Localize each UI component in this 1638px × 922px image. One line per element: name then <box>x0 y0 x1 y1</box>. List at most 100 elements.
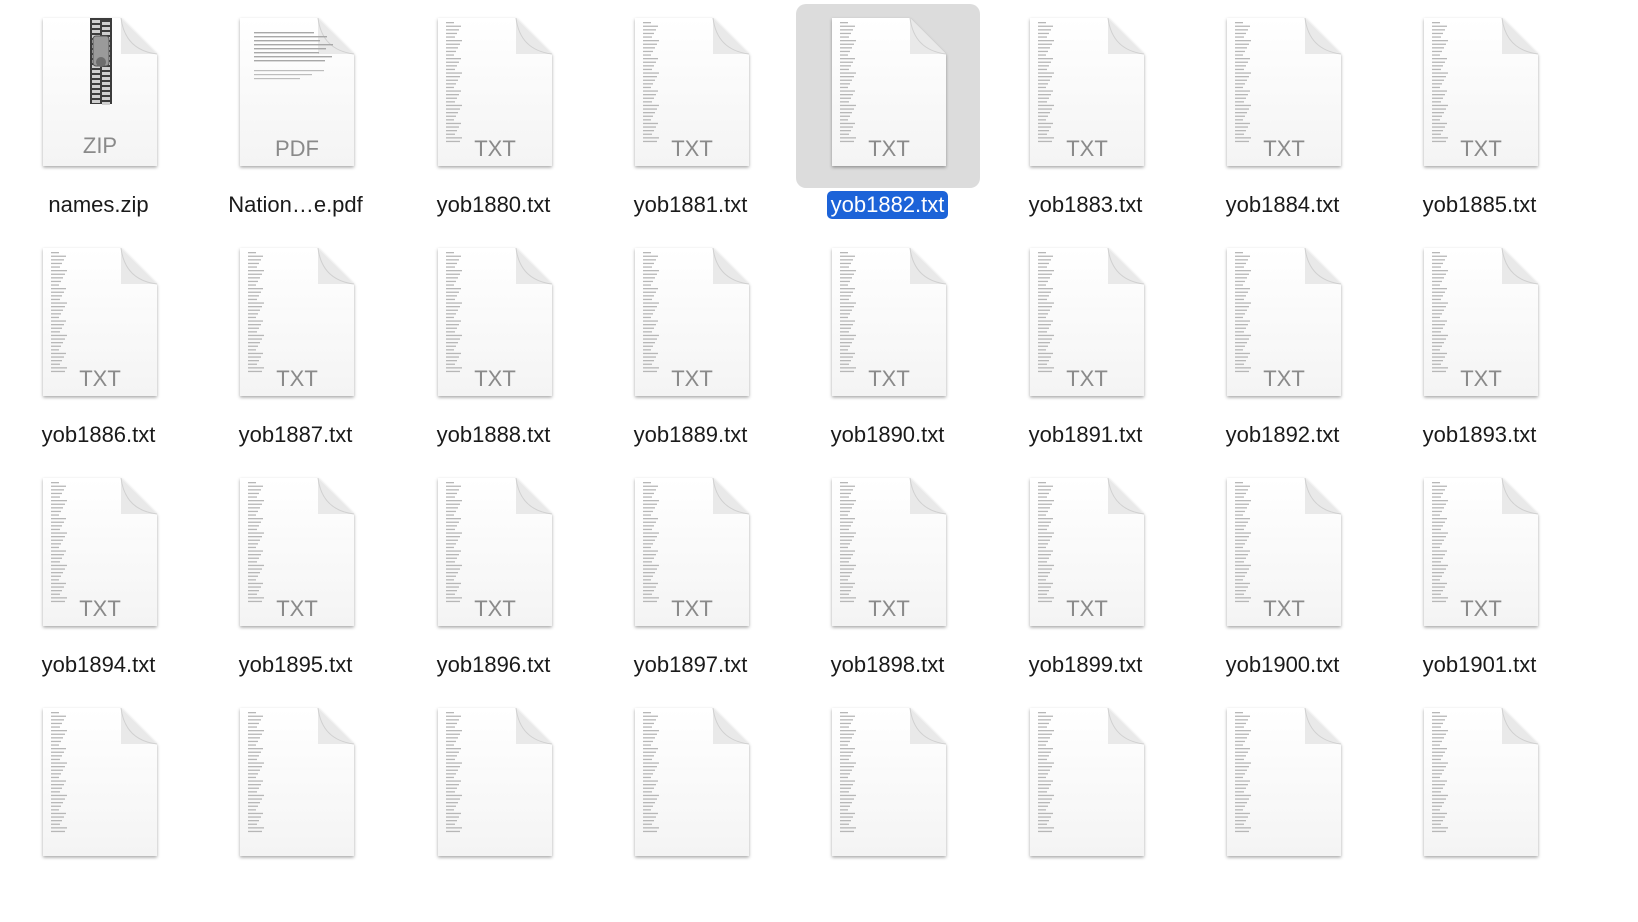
file-icon-area[interactable]: TXT <box>402 464 586 648</box>
file-item[interactable]: TXT yob1881.txt <box>592 0 789 232</box>
file-name-label[interactable]: names.zip <box>0 191 197 219</box>
file-icon-area[interactable]: ZIP <box>7 4 191 188</box>
file-name-text[interactable]: yob1897.txt <box>630 651 752 679</box>
file-icon-area[interactable] <box>204 694 388 878</box>
file-item[interactable] <box>197 690 394 922</box>
pdf-document-icon[interactable]: PDF <box>238 16 356 168</box>
file-name-label[interactable]: yob1880.txt <box>395 191 592 219</box>
text-document-icon[interactable] <box>238 706 356 858</box>
file-name-label[interactable]: yob1897.txt <box>592 651 789 679</box>
file-name-label[interactable]: yob1895.txt <box>197 651 394 679</box>
file-icon-area[interactable]: TXT <box>599 464 783 648</box>
file-icon-area[interactable]: TXT <box>796 4 980 188</box>
file-name-label[interactable]: yob1901.txt <box>1381 651 1578 679</box>
file-item[interactable]: TXT yob1896.txt <box>395 460 592 692</box>
text-document-icon[interactable] <box>1028 706 1146 858</box>
file-name-text[interactable]: yob1900.txt <box>1222 651 1344 679</box>
file-icon-area[interactable]: TXT <box>402 234 586 418</box>
text-document-icon[interactable]: TXT <box>1028 246 1146 398</box>
file-icon-area[interactable] <box>994 694 1178 878</box>
file-name-label[interactable]: yob1890.txt <box>789 421 986 449</box>
text-document-icon[interactable] <box>1225 706 1343 858</box>
file-item[interactable]: TXT yob1891.txt <box>987 230 1184 462</box>
file-item[interactable]: TXT yob1892.txt <box>1184 230 1381 462</box>
text-document-icon[interactable]: TXT <box>41 246 159 398</box>
file-item[interactable]: TXT yob1890.txt <box>789 230 986 462</box>
file-item[interactable] <box>789 690 986 922</box>
file-name-text[interactable]: yob1888.txt <box>433 421 555 449</box>
file-item[interactable]: TXT yob1884.txt <box>1184 0 1381 232</box>
file-name-text[interactable]: names.zip <box>44 191 152 219</box>
file-item[interactable] <box>1381 690 1578 922</box>
text-document-icon[interactable] <box>1422 706 1540 858</box>
file-icon-area[interactable]: TXT <box>994 464 1178 648</box>
file-name-text[interactable]: yob1896.txt <box>433 651 555 679</box>
text-document-icon[interactable]: TXT <box>830 476 948 628</box>
file-item[interactable]: TXT yob1895.txt <box>197 460 394 692</box>
file-icon-area[interactable]: TXT <box>402 4 586 188</box>
text-document-icon[interactable]: TXT <box>830 246 948 398</box>
file-icon-area[interactable]: TXT <box>599 234 783 418</box>
text-document-icon[interactable]: TXT <box>633 476 751 628</box>
file-name-text[interactable]: yob1881.txt <box>630 191 752 219</box>
file-name-label[interactable]: yob1884.txt <box>1184 191 1381 219</box>
file-icon-area[interactable]: TXT <box>7 464 191 648</box>
file-icon-area[interactable] <box>599 694 783 878</box>
file-name-label[interactable]: yob1885.txt <box>1381 191 1578 219</box>
text-document-icon[interactable]: TXT <box>1422 16 1540 168</box>
file-icon-area[interactable]: TXT <box>796 234 980 418</box>
text-document-icon[interactable]: TXT <box>436 246 554 398</box>
file-item[interactable]: TXT yob1887.txt <box>197 230 394 462</box>
file-icon-area[interactable]: TXT <box>204 234 388 418</box>
text-document-icon[interactable] <box>633 706 751 858</box>
file-name-text[interactable]: yob1887.txt <box>235 421 357 449</box>
file-name-label[interactable]: yob1883.txt <box>987 191 1184 219</box>
file-name-label[interactable]: yob1899.txt <box>987 651 1184 679</box>
file-name-text[interactable]: yob1882.txt <box>826 191 949 219</box>
file-name-text[interactable]: yob1894.txt <box>38 651 160 679</box>
file-name-text[interactable]: yob1891.txt <box>1025 421 1147 449</box>
text-document-icon[interactable]: TXT <box>41 476 159 628</box>
file-name-text[interactable]: yob1890.txt <box>827 421 949 449</box>
file-icon-area[interactable]: TXT <box>204 464 388 648</box>
file-item[interactable] <box>987 690 1184 922</box>
file-name-label[interactable]: yob1900.txt <box>1184 651 1381 679</box>
file-icon-area[interactable]: TXT <box>994 234 1178 418</box>
file-item[interactable]: TXT yob1885.txt <box>1381 0 1578 232</box>
text-document-icon[interactable]: TXT <box>830 16 948 168</box>
file-name-label[interactable]: yob1896.txt <box>395 651 592 679</box>
text-document-icon[interactable] <box>830 706 948 858</box>
file-item[interactable]: TXT yob1898.txt <box>789 460 986 692</box>
text-document-icon[interactable]: TXT <box>633 246 751 398</box>
file-name-text[interactable]: yob1880.txt <box>433 191 555 219</box>
file-name-text[interactable]: yob1886.txt <box>38 421 160 449</box>
file-item[interactable]: TXT yob1888.txt <box>395 230 592 462</box>
file-icon-area[interactable]: TXT <box>1388 234 1572 418</box>
file-name-text[interactable]: yob1899.txt <box>1025 651 1147 679</box>
file-name-label[interactable]: Nation…e.pdf <box>197 191 394 219</box>
file-icon-area[interactable] <box>1388 694 1572 878</box>
file-item[interactable] <box>0 690 197 922</box>
text-document-icon[interactable]: TXT <box>436 476 554 628</box>
file-item[interactable]: PDF Nation…e.pdf <box>197 0 394 232</box>
file-icon-area[interactable]: TXT <box>796 464 980 648</box>
text-document-icon[interactable]: TXT <box>1028 16 1146 168</box>
file-item[interactable] <box>395 690 592 922</box>
file-item[interactable]: ZIP names.zip <box>0 0 197 232</box>
file-name-label[interactable]: yob1889.txt <box>592 421 789 449</box>
file-name-text[interactable]: yob1884.txt <box>1222 191 1344 219</box>
file-item[interactable]: TXT yob1894.txt <box>0 460 197 692</box>
file-icon-area[interactable]: TXT <box>994 4 1178 188</box>
file-name-label[interactable]: yob1882.txt <box>789 191 986 219</box>
file-name-label[interactable]: yob1892.txt <box>1184 421 1381 449</box>
file-icon-area[interactable]: TXT <box>1191 4 1375 188</box>
file-name-label[interactable]: yob1891.txt <box>987 421 1184 449</box>
file-item[interactable]: TXT yob1893.txt <box>1381 230 1578 462</box>
file-icon-area[interactable]: TXT <box>1191 234 1375 418</box>
file-name-label[interactable]: yob1886.txt <box>0 421 197 449</box>
file-name-text[interactable]: Nation…e.pdf <box>224 191 367 219</box>
file-name-label[interactable]: yob1893.txt <box>1381 421 1578 449</box>
file-name-label[interactable]: yob1898.txt <box>789 651 986 679</box>
file-icon-area[interactable]: TXT <box>1191 464 1375 648</box>
text-document-icon[interactable]: TXT <box>436 16 554 168</box>
